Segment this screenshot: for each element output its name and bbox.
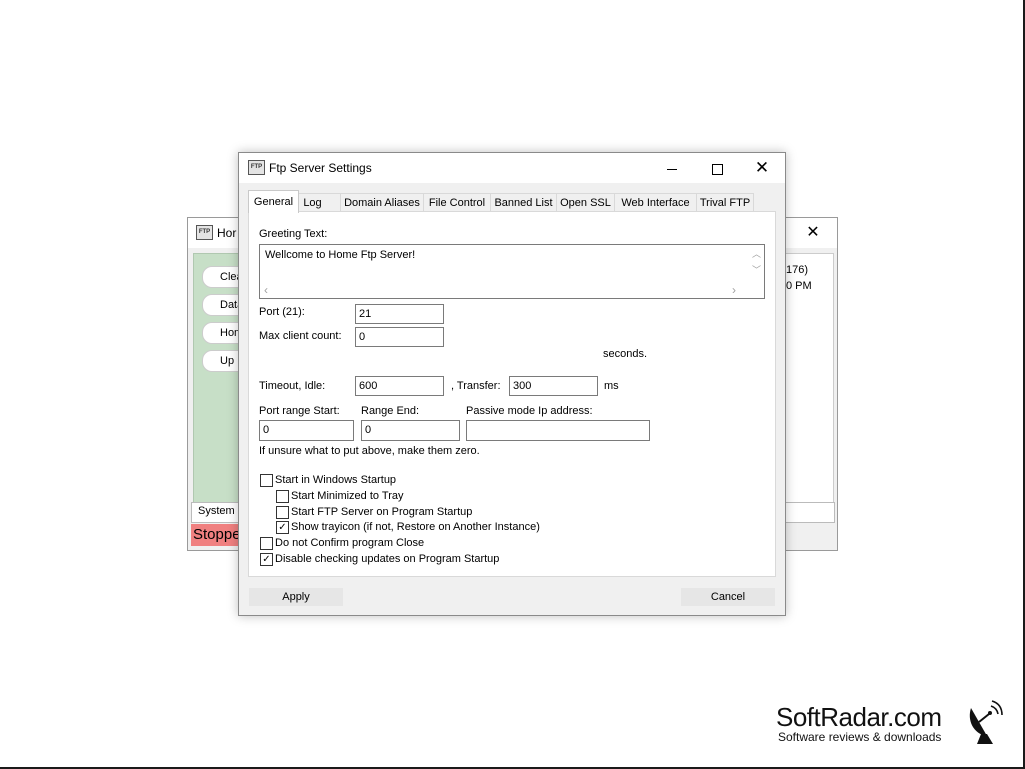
start-in-windows-startup-label: Start in Windows Startup	[275, 474, 397, 486]
maximize-icon	[711, 163, 723, 175]
max-client-count-input[interactable]: 0	[355, 327, 444, 347]
tab-general[interactable]: General	[248, 190, 299, 213]
greeting-text-label: Greeting Text:	[259, 228, 328, 240]
range-end-label: Range End:	[361, 405, 420, 417]
log-line: 0 PM	[786, 280, 812, 292]
tab-open-ssl[interactable]: Open SSL	[556, 193, 615, 212]
timeout-idle-label: Timeout, Idle:	[259, 380, 326, 392]
port-range-hint: If unsure what to put above, make them z…	[259, 445, 480, 457]
passive-mode-ip-label: Passive mode Ip address:	[466, 405, 593, 417]
transfer-label: , Transfer:	[451, 380, 501, 392]
max-client-count-label: Max client count:	[259, 330, 342, 342]
tab-log[interactable]: Log	[298, 193, 341, 212]
greeting-textarea[interactable]: Wellcome to Home Ftp Server! ︿ ﹀ ‹ ›	[259, 244, 765, 299]
cancel-button[interactable]: Cancel	[681, 588, 775, 606]
do-not-confirm-close-label: Do not Confirm program Close	[275, 537, 425, 549]
passive-mode-ip-input[interactable]	[466, 420, 650, 441]
scroll-down-icon[interactable]: ﹀	[752, 263, 761, 276]
do-not-confirm-close-checkbox[interactable]	[260, 537, 273, 550]
close-button[interactable]: ✕	[739, 153, 785, 183]
scroll-up-icon[interactable]: ︿	[752, 247, 761, 260]
start-ftp-server-on-startup-label: Start FTP Server on Program Startup	[291, 506, 473, 518]
transfer-timeout-input[interactable]: 300	[509, 376, 598, 396]
show-trayicon-label: Show trayicon (if not, Restore on Anothe…	[291, 521, 540, 533]
main-window-title: Hor	[217, 226, 237, 240]
start-in-windows-startup-checkbox[interactable]	[260, 474, 273, 487]
scroll-left-icon[interactable]: ‹	[264, 283, 268, 297]
dialog-title: Ftp Server Settings	[269, 161, 372, 175]
greeting-text-value: Wellcome to Home Ftp Server!	[265, 249, 416, 261]
tab-trival-ftp[interactable]: Trival FTP	[696, 193, 754, 212]
main-window-close-icon[interactable]: ✕	[798, 222, 828, 244]
show-trayicon-checkbox[interactable]: ✓	[276, 521, 289, 534]
port-input[interactable]: 21	[355, 304, 444, 324]
seconds-label: seconds.	[603, 348, 648, 360]
timeout-idle-input[interactable]: 600	[355, 376, 444, 396]
checkmark-icon: ✓	[262, 554, 271, 565]
minimize-button[interactable]	[649, 153, 695, 183]
apply-button[interactable]: Apply	[249, 588, 343, 606]
disable-update-check-checkbox[interactable]: ✓	[260, 553, 273, 566]
ftp-server-settings-dialog: FTP Ftp Server Settings ✕ General Log Do…	[238, 152, 786, 616]
tab-domain-aliases[interactable]: Domain Aliases	[340, 193, 424, 212]
server-status-badge: Stoppe	[191, 524, 241, 546]
tab-web-interface[interactable]: Web Interface	[614, 193, 697, 212]
tab-file-control[interactable]: File Control	[423, 193, 491, 212]
start-minimized-to-tray-checkbox[interactable]	[276, 490, 289, 503]
greeting-horizontal-scrollbar[interactable]: ‹ ›	[260, 281, 750, 297]
tab-banned-list[interactable]: Banned List	[490, 193, 557, 212]
port-range-start-label: Port range Start:	[259, 405, 340, 417]
watermark-title: SoftRadar.com	[776, 702, 942, 732]
greeting-vertical-scrollbar[interactable]: ︿ ﹀	[749, 245, 763, 297]
start-ftp-server-on-startup-checkbox[interactable]	[276, 506, 289, 519]
ms-label: ms	[604, 380, 619, 392]
start-minimized-to-tray-label: Start Minimized to Tray	[291, 490, 404, 502]
general-tab-panel: Greeting Text: Wellcome to Home Ftp Serv…	[248, 211, 776, 577]
disable-update-check-label: Disable checking updates on Program Star…	[275, 553, 500, 565]
satellite-dish-icon	[969, 700, 1003, 744]
port-range-start-input[interactable]: 0	[259, 420, 354, 441]
maximize-button[interactable]	[694, 153, 740, 183]
dialog-titlebar: FTP Ftp Server Settings ✕	[239, 153, 785, 183]
range-end-input[interactable]: 0	[361, 420, 460, 441]
minimize-icon	[667, 168, 677, 170]
watermark-subtitle: Software reviews & downloads	[778, 730, 942, 744]
log-line: 176)	[786, 264, 809, 276]
checkmark-icon: ✓	[278, 522, 287, 533]
close-icon: ✕	[754, 158, 770, 177]
scroll-right-icon[interactable]: ›	[732, 283, 736, 297]
ftp-app-icon: FTP	[196, 225, 213, 240]
port-label: Port (21):	[259, 306, 305, 318]
tab-label: Log	[303, 197, 322, 209]
ftp-app-icon: FTP	[248, 160, 265, 175]
